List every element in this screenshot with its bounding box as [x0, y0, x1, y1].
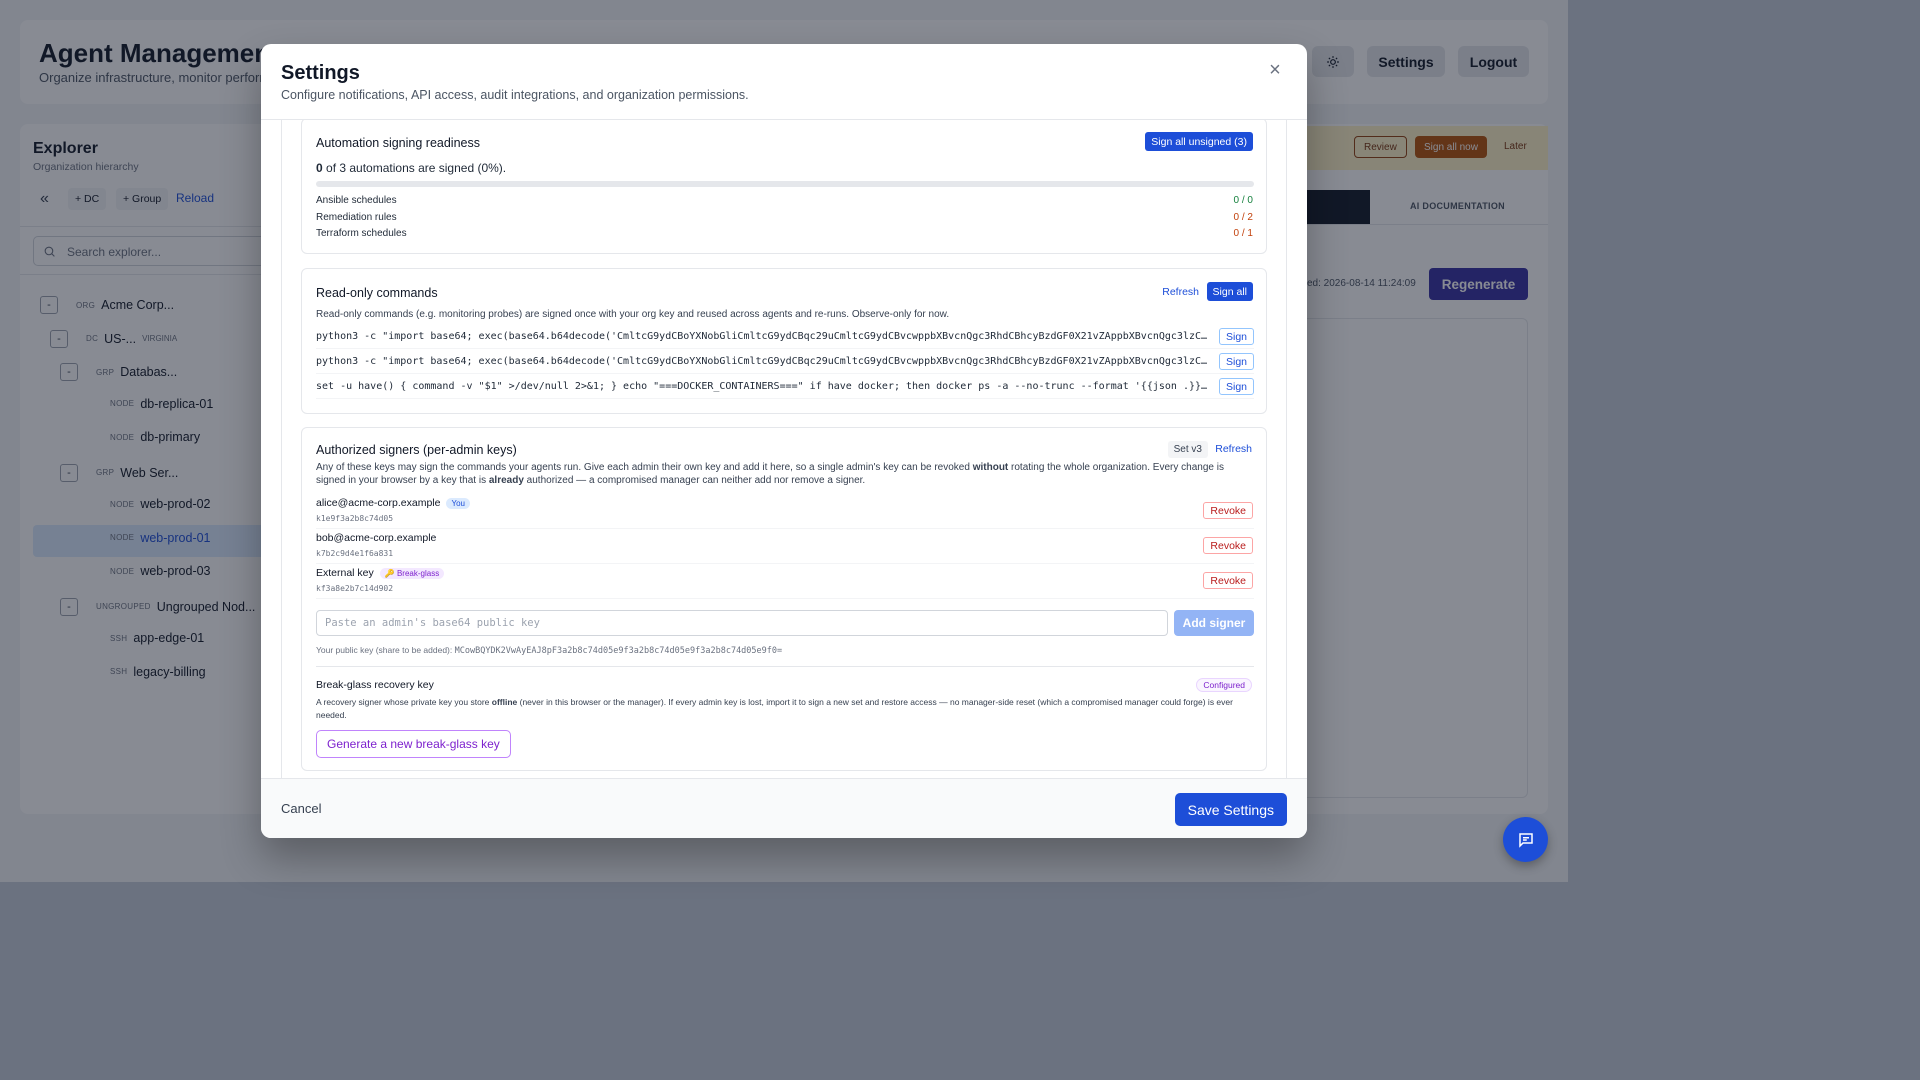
signer-name: External key 🔑 Break-glass [316, 567, 445, 579]
revoke-signer-button[interactable]: Revoke [1203, 502, 1253, 519]
signers-title: Authorized signers (per-admin keys) [316, 443, 517, 457]
signers-desc-3: authorized — a compromised manager can n… [523, 475, 866, 486]
automation-summary: 0 of 3 automations are signed (0%). [316, 161, 506, 175]
signers-description: Any of these keys may sign the commands … [316, 461, 1254, 487]
automation-row-label: Terraform schedules [316, 228, 407, 239]
automation-signing-card: Automation signing readiness Sign all un… [301, 120, 1267, 254]
content-border-left [281, 120, 282, 778]
sign-all-button[interactable]: Sign all [1206, 282, 1253, 301]
command-text: set -u have() { command -v "$1" >/dev/nu… [316, 381, 1208, 392]
modal-subtitle: Configure notifications, API access, aud… [281, 88, 749, 102]
signed-count: 0 [316, 161, 323, 175]
automation-row-value: 0 / 2 [1233, 211, 1253, 223]
signing-progress-bar [316, 181, 1254, 187]
readonly-refresh-link[interactable]: Refresh [1162, 286, 1199, 298]
save-settings-button[interactable]: Save Settings [1174, 793, 1287, 826]
divider [316, 528, 1254, 529]
you-badge: You [446, 497, 470, 509]
sign-all-unsigned-button[interactable]: Sign all unsigned (3) [1145, 132, 1253, 151]
automation-row-value: 0 / 1 [1233, 228, 1253, 239]
generate-breakglass-button[interactable]: Generate a new break-glass key [316, 730, 511, 758]
revoke-signer-button[interactable]: Revoke [1203, 537, 1253, 554]
cancel-button[interactable]: Cancel [281, 801, 321, 816]
divider [316, 563, 1254, 564]
breakglass-desc-bold: offline [491, 697, 518, 707]
authorized-signers-card: Authorized signers (per-admin keys) Set … [301, 427, 1267, 771]
breakglass-description: A recovery signer whose private key you … [316, 696, 1254, 722]
revoke-signer-button[interactable]: Revoke [1203, 572, 1253, 589]
sign-command-button[interactable]: Sign [1218, 378, 1254, 395]
readonly-command-row: set -u have() { command -v "$1" >/dev/nu… [316, 375, 1254, 399]
automation-title: Automation signing readiness [316, 136, 480, 150]
sign-command-button[interactable]: Sign [1218, 328, 1254, 345]
breakglass-badge: 🔑 Break-glass [379, 567, 445, 579]
command-text: python3 -c "import base64; exec(base64.b… [316, 331, 1208, 342]
signer-key-id: kf3a8e2b7c14d902 [316, 584, 394, 593]
own-public-key: Your public key (share to be added): MCo… [316, 645, 782, 656]
readonly-command-row: python3 -c "import base64; exec(base64.b… [316, 350, 1254, 374]
readonly-command-row: python3 -c "import base64; exec(base64.b… [316, 325, 1254, 349]
signers-refresh-link[interactable]: Refresh [1215, 443, 1252, 455]
automation-row-label: Ansible schedules [316, 195, 397, 206]
signer-name: bob@acme-corp.example [316, 532, 436, 544]
divider [316, 666, 1254, 667]
command-text: python3 -c "import base64; exec(base64.b… [316, 356, 1208, 367]
summary-text: of 3 automations are signed (0%). [322, 161, 507, 175]
readonly-description: Read-only commands (e.g. monitoring prob… [316, 309, 950, 320]
signers-desc-bold-1: without [972, 462, 1009, 473]
add-signer-button[interactable]: Add signer [1174, 610, 1254, 636]
breakglass-status-badge: Configured [1196, 678, 1252, 692]
automation-row-label: Remediation rules [316, 211, 397, 223]
modal-footer: Cancel Save Settings [261, 778, 1307, 838]
signer-key-id: k1e9f3a2b8c74d05 [316, 514, 394, 523]
readonly-commands-card: Read-only commands Refresh Sign all Read… [301, 268, 1267, 414]
public-key-placeholder: Paste an admin's base64 public key [325, 617, 540, 629]
signers-desc-bold-2: already [488, 475, 524, 486]
signer-name: alice@acme-corp.example You [316, 497, 470, 509]
readonly-title: Read-only commands [316, 286, 438, 300]
content-border-right [1286, 120, 1287, 778]
automation-row-value: 0 / 0 [1233, 195, 1253, 206]
signer-set-version: Set v3 [1167, 441, 1208, 458]
signers-desc-1: Any of these keys may sign the commands … [316, 462, 973, 473]
modal-header: Settings Configure notifications, API ac… [261, 44, 1307, 120]
breakglass-desc-1: A recovery signer whose private key you … [316, 697, 492, 707]
divider [316, 598, 1254, 599]
public-key-value: MCowBQYDK2VwAyEAJ8pF3a2b8c74d05e9f3a2b8c… [454, 646, 783, 656]
chat-icon [1518, 832, 1533, 848]
signer-name-text: alice@acme-corp.example [316, 497, 441, 509]
close-icon[interactable]: × [1265, 60, 1285, 80]
modal-title: Settings [281, 62, 360, 84]
chat-button[interactable] [1503, 817, 1548, 862]
signer-key-id: k7b2c9d4e1f6a831 [316, 549, 394, 558]
modal-body[interactable]: Automation signing readiness Sign all un… [281, 120, 1287, 778]
signer-name-text: bob@acme-corp.example [316, 532, 437, 544]
signer-name-text: External key [316, 567, 374, 579]
breakglass-title: Break-glass recovery key [316, 679, 434, 691]
sign-command-button[interactable]: Sign [1218, 353, 1254, 370]
settings-modal: Settings Configure notifications, API ac… [261, 44, 1307, 838]
public-key-label: Your public key (share to be added): [316, 645, 455, 655]
public-key-input[interactable]: Paste an admin's base64 public key [316, 610, 1168, 636]
